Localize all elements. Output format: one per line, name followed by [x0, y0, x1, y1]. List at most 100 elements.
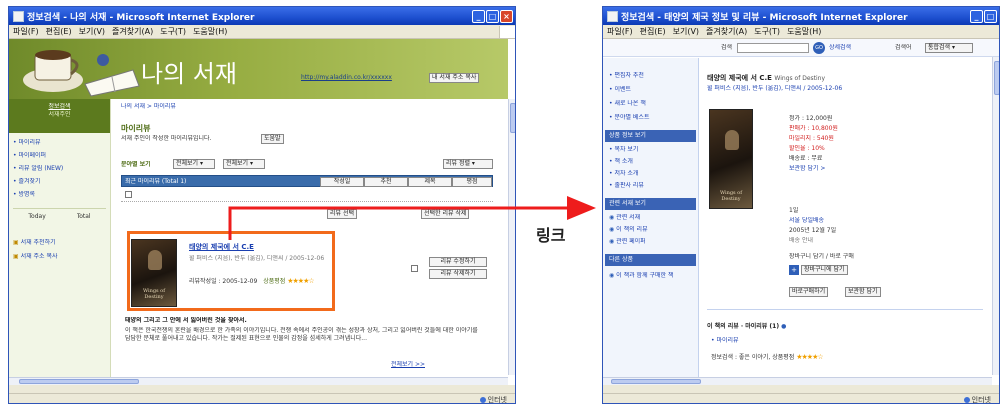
- close-button[interactable]: ×: [500, 9, 513, 23]
- right-horizontal-scrollbar[interactable]: [603, 377, 992, 385]
- left-page-content: 나의 서재 http://my.aladdin.co.kr/xxxxxx 내 서…: [9, 39, 515, 385]
- main-area: 나의 서재 > 마이리뷰 마이리뷰 서재 주인이 작성한 마이리뷰입니다. 도움…: [121, 101, 501, 383]
- nav-bestseller[interactable]: • 분야별 베스트: [609, 114, 694, 122]
- banner-url[interactable]: http://my.aladdin.co.kr/xxxxxx: [301, 74, 392, 82]
- table-tab-rating[interactable]: 평점: [452, 177, 492, 187]
- detail-search-link[interactable]: 상세검색: [829, 44, 851, 52]
- menu-file[interactable]: 파일(F): [13, 26, 39, 37]
- nav-new-books[interactable]: • 새로 나온 책: [609, 100, 694, 108]
- table-tab-recommend[interactable]: 추천: [364, 177, 408, 187]
- review-checkbox[interactable]: [411, 265, 418, 272]
- right-window-titlebar[interactable]: 정보검색 - 태양의 제국 정보 및 리뷰 - Microsoft Intern…: [603, 7, 999, 25]
- book-authors[interactable]: 윌 퍼비스 (지음), 반두 (옮김), 디앤씨 / 2005-12-06: [707, 85, 907, 93]
- box2-book-reviews[interactable]: ◉ 이 책의 리뷰: [609, 226, 694, 234]
- sort-select[interactable]: 리뷰 정렬 ▾: [443, 159, 493, 169]
- nav-item-review[interactable]: • 마이리뷰: [13, 139, 106, 147]
- select-all-checkbox[interactable]: [125, 191, 132, 198]
- table-header-title: 최근 마이리뷰 (Total 1): [125, 178, 187, 185]
- nav-item-guestbook[interactable]: • 방명록: [13, 191, 106, 199]
- search-category-select[interactable]: 통합검색 ▾: [925, 43, 973, 53]
- nav-item-alert[interactable]: • 리뷰 알림 (NEW): [13, 165, 106, 173]
- stock-delivery[interactable]: 서울 당일배송: [789, 217, 836, 225]
- info-icon: ◉: [609, 214, 615, 221]
- rating-stars: ★★★★☆: [796, 353, 823, 361]
- search-input[interactable]: [737, 43, 809, 53]
- review-list-link[interactable]: • 마이리뷰: [711, 337, 739, 345]
- copy-address-link[interactable]: ▣ 서재 주소 복사: [13, 253, 106, 261]
- right-left-nav: • 편집자 추천 • 이벤트 • 새로 나온 책 • 분야별 베스트 상품 정보…: [603, 58, 699, 385]
- ie-icon: [607, 10, 618, 22]
- review-more-link[interactable]: 전체보기 >>: [391, 361, 425, 369]
- menu-tools[interactable]: 도구(T): [160, 26, 186, 37]
- menu-edit[interactable]: 편집(E): [640, 26, 666, 37]
- bookmark-icon: ▣: [13, 253, 19, 260]
- buy-now-button[interactable]: 바로구매하기: [789, 287, 829, 297]
- section-desc: 서재 주인이 작성한 마이리뷰입니다.: [121, 135, 212, 142]
- stock-days: 1일: [789, 207, 799, 214]
- minimize-button[interactable]: _: [472, 9, 485, 23]
- menu-help[interactable]: 도움말(H): [193, 26, 227, 37]
- internet-zone: 인터넷: [964, 395, 991, 403]
- cart-icon: +: [789, 265, 799, 275]
- menu-tools[interactable]: 도구(T): [754, 26, 780, 37]
- book-title-en: Wings of Destiny: [774, 75, 826, 82]
- copy-url-button[interactable]: 내 서재 주소 복사: [429, 73, 480, 83]
- menu-favorites[interactable]: 즐겨찾기(A): [706, 26, 747, 37]
- nav-tab-total[interactable]: Total: [77, 213, 91, 221]
- box2-related-paper[interactable]: ◉ 관련 페이퍼: [609, 238, 694, 246]
- menu-view[interactable]: 보기(V): [673, 26, 699, 37]
- review-table-header: 최근 마이리뷰 (Total 1) 작성일 추천 제목 평점: [121, 175, 493, 187]
- left-horizontal-scrollbar[interactable]: [9, 377, 508, 385]
- select-review-button[interactable]: 리뷰 선택: [327, 209, 357, 219]
- menu-help[interactable]: 도움말(H): [787, 26, 821, 37]
- profile-sub: 서재주인: [48, 111, 71, 118]
- wishlist-button[interactable]: 보관함 담기: [845, 287, 881, 297]
- right-menubar: 파일(F) 편집(E) 보기(V) 즐겨찾기(A) 도구(T) 도움말(H): [603, 25, 999, 39]
- box1-toc[interactable]: • 목차 보기: [609, 146, 694, 154]
- box1-publisher[interactable]: • 출판사 리뷰: [609, 182, 694, 190]
- table-tab-title[interactable]: 제목: [408, 177, 452, 187]
- box2-related-library[interactable]: ◉ 관련 서재: [609, 214, 694, 222]
- left-window-title: 정보검색 - 나의 서재 - Microsoft Internet Explor…: [27, 12, 255, 23]
- delete-selected-button[interactable]: 선택한 리뷰 삭제: [421, 209, 470, 219]
- menu-edit[interactable]: 편집(E): [46, 26, 72, 37]
- box1-author[interactable]: • 저자 소개: [609, 170, 694, 178]
- left-window-titlebar[interactable]: 정보검색 - 나의 서재 - Microsoft Internet Explor…: [9, 7, 515, 25]
- stock-block: 1일 서울 당일배송 2005년 12월 7일 배송 안내: [789, 207, 836, 245]
- edit-review-button[interactable]: 리뷰 수정하기: [429, 257, 487, 267]
- nav-item-favorites[interactable]: • 즐겨찾기: [13, 178, 106, 186]
- maximize-button[interactable]: □: [984, 9, 997, 23]
- delete-review-button[interactable]: 리뷰 삭제하기: [429, 269, 487, 279]
- menu-favorites[interactable]: 즐겨찾기(A): [112, 26, 153, 37]
- book-title: 태양의 제국에 서 C.E Wings of Destiny: [707, 74, 826, 82]
- profile-name[interactable]: 정보검색: [9, 103, 110, 111]
- arrow-head: [567, 196, 596, 220]
- menu-view[interactable]: 보기(V): [79, 26, 105, 37]
- breadcrumb[interactable]: 나의 서재 > 마이리뷰: [121, 103, 176, 111]
- nav-tab-today[interactable]: Today: [28, 213, 45, 221]
- search-go-button[interactable]: GO: [813, 42, 825, 54]
- menu-file[interactable]: 파일(F): [607, 26, 633, 37]
- minimize-button[interactable]: _: [970, 9, 983, 23]
- filter-select-2[interactable]: 전체보기 ▾: [223, 159, 265, 169]
- maximize-button[interactable]: □: [486, 9, 499, 23]
- nav-event[interactable]: • 이벤트: [609, 86, 694, 94]
- recommend-link[interactable]: ▣ 서재 추천하기: [13, 239, 106, 247]
- filter-select-1[interactable]: 전체보기 ▾: [173, 159, 215, 169]
- table-tab-date[interactable]: 작성일: [320, 177, 364, 187]
- left-vertical-scrollbar[interactable]: [508, 99, 515, 375]
- bookmark-icon: ▣: [13, 239, 19, 246]
- nav-editor-pick[interactable]: • 편집자 추천: [609, 72, 694, 80]
- add-to-cart-button[interactable]: + 장바구니에 담기: [789, 265, 848, 275]
- internet-zone: 인터넷: [480, 395, 507, 403]
- box3-bought-together[interactable]: ◉ 이 책과 함께 구매한 책: [609, 272, 694, 280]
- save-to-list-link[interactable]: 보관함 담기 >: [789, 165, 838, 173]
- price-shipping: 배송료 : 무료: [789, 155, 823, 162]
- help-button[interactable]: 도움말: [261, 134, 284, 144]
- nav-item-paper[interactable]: • 마이페이퍼: [13, 152, 106, 160]
- right-vertical-scrollbar[interactable]: [992, 57, 999, 375]
- box1-intro[interactable]: • 책 소개: [609, 158, 694, 166]
- right-browser-window: 정보검색 - 태양의 제국 정보 및 리뷰 - Microsoft Intern…: [602, 6, 1000, 404]
- arrow-label: 링크: [536, 226, 566, 245]
- book-cover-large[interactable]: Wings of Destiny: [709, 109, 753, 209]
